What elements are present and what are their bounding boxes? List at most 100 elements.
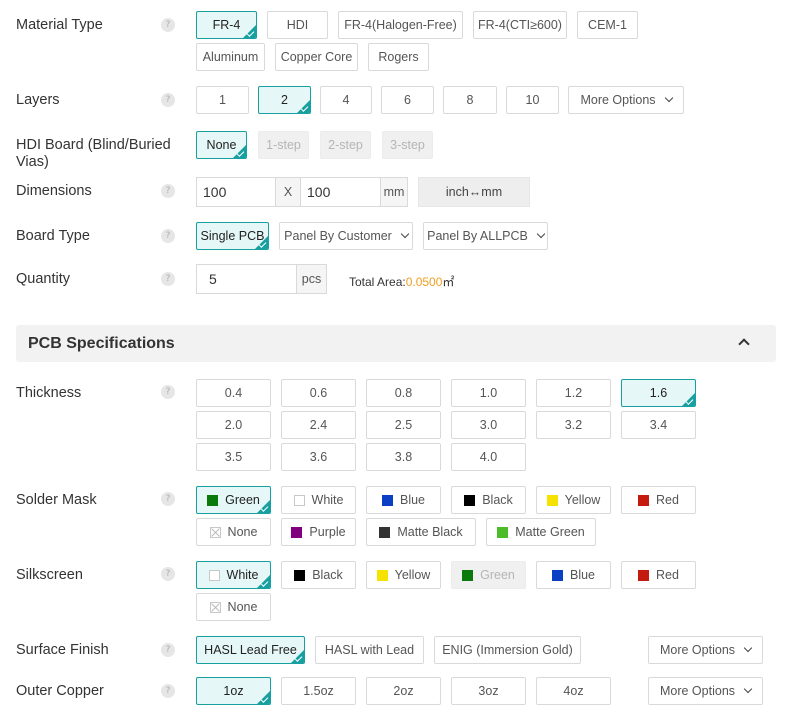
layers-option-10[interactable]: 10 <box>506 86 559 114</box>
thickness-option-2-0[interactable]: 2.0 <box>196 411 271 439</box>
thickness-option-1-0[interactable]: 1.0 <box>451 379 526 407</box>
silkscreen-help-icon[interactable]: ? <box>161 567 175 581</box>
option-label: Blue <box>569 568 596 582</box>
quantity-input[interactable]: 5 <box>196 264 297 294</box>
solder-mask-option-matte-black[interactable]: Matte Black <box>366 518 476 546</box>
board-type-help-icon[interactable]: ? <box>161 229 175 243</box>
silkscreen-option-red[interactable]: Red <box>621 561 696 589</box>
solder-mask-label: Solder Mask <box>16 492 97 508</box>
dimension-width-input[interactable]: 100 <box>196 177 276 207</box>
silkscreen-option-white[interactable]: White <box>196 561 271 589</box>
matte-black-swatch-icon <box>379 526 391 538</box>
pcb-specifications-header[interactable]: PCB Specifications <box>16 325 776 362</box>
silkscreen-option-yellow[interactable]: Yellow <box>366 561 441 589</box>
thickness-option-1-2[interactable]: 1.2 <box>536 379 611 407</box>
solder-mask-option-green[interactable]: Green <box>196 486 271 514</box>
thickness-option-1-6[interactable]: 1.6 <box>621 379 696 407</box>
thickness-option-2-4[interactable]: 2.4 <box>281 411 356 439</box>
silkscreen-option-black[interactable]: Black <box>281 561 356 589</box>
thickness-option-3-0[interactable]: 3.0 <box>451 411 526 439</box>
surface-finish-help-icon[interactable]: ? <box>161 643 175 657</box>
outer-copper-help-icon[interactable]: ? <box>161 684 175 698</box>
layers-label: Layers <box>16 92 60 108</box>
thickness-help-icon[interactable]: ? <box>161 385 175 399</box>
layers-more-options-dropdown[interactable]: More Options <box>568 86 684 114</box>
surface-finish-hasl-with-lead[interactable]: HASL with Lead <box>315 636 424 664</box>
thickness-option-4-0[interactable]: 4.0 <box>451 443 526 471</box>
dimension-height-input[interactable]: 100 <box>300 177 381 207</box>
option-label: None <box>227 600 258 614</box>
chevron-up-icon[interactable] <box>738 338 750 350</box>
material-option-aluminum[interactable]: Aluminum <box>196 43 265 71</box>
white-swatch-icon <box>293 494 305 506</box>
blue-swatch-icon <box>551 569 563 581</box>
option-label: White <box>311 493 344 507</box>
solder-mask-option-white[interactable]: White <box>281 486 356 514</box>
solder-mask-option-blue[interactable]: Blue <box>366 486 441 514</box>
dimension-separator: X <box>275 177 301 207</box>
option-label: Red <box>656 493 679 507</box>
solder-mask-option-black[interactable]: Black <box>451 486 526 514</box>
outer-copper-2oz[interactable]: 2oz <box>366 677 441 705</box>
material-option-cem1[interactable]: CEM-1 <box>577 11 638 39</box>
layers-option-1[interactable]: 1 <box>196 86 249 114</box>
outer-copper-1oz[interactable]: 1oz <box>196 677 271 705</box>
thickness-option-0-8[interactable]: 0.8 <box>366 379 441 407</box>
thickness-option-0-6[interactable]: 0.6 <box>281 379 356 407</box>
solder-mask-option-none[interactable]: None <box>196 518 271 546</box>
dimension-unit: mm <box>380 177 408 207</box>
outer-copper-3oz[interactable]: 3oz <box>451 677 526 705</box>
option-label: Yellow <box>564 493 601 507</box>
board-type-panel-by-customer[interactable]: Panel By Customer <box>279 222 413 250</box>
hdi-option-1-step: 1-step <box>258 131 309 159</box>
solder-mask-option-yellow[interactable]: Yellow <box>536 486 611 514</box>
thickness-label: Thickness <box>16 385 82 401</box>
silkscreen-option-none[interactable]: None <box>196 593 271 621</box>
silkscreen-option-blue[interactable]: Blue <box>536 561 611 589</box>
surface-finish-enig[interactable]: ENIG (Immersion Gold) <box>434 636 581 664</box>
surface-finish-more-options-dropdown[interactable]: More Options <box>648 636 763 664</box>
material-option-copper-core[interactable]: Copper Core <box>275 43 358 71</box>
thickness-option-3-5[interactable]: 3.5 <box>196 443 271 471</box>
outer-copper-1-5oz[interactable]: 1.5oz <box>281 677 356 705</box>
thickness-option-3-6[interactable]: 3.6 <box>281 443 356 471</box>
surface-finish-label: Surface Finish <box>16 642 109 658</box>
layers-option-6[interactable]: 6 <box>381 86 434 114</box>
option-label: Yellow <box>394 568 431 582</box>
yellow-swatch-icon <box>376 569 388 581</box>
inch-mm-toggle-button[interactable]: inch↔mm <box>418 177 530 207</box>
chevron-down-icon <box>400 229 410 239</box>
material-help-icon[interactable]: ? <box>161 18 175 32</box>
green-swatch-icon <box>207 494 219 506</box>
outer-copper-4oz[interactable]: 4oz <box>536 677 611 705</box>
outer-copper-more-options-dropdown[interactable]: More Options <box>648 677 763 705</box>
solder-mask-option-matte-green[interactable]: Matte Green <box>486 518 596 546</box>
layers-option-8[interactable]: 8 <box>443 86 497 114</box>
material-option-rogers[interactable]: Rogers <box>368 43 429 71</box>
thickness-option-0-4[interactable]: 0.4 <box>196 379 271 407</box>
board-type-panel-by-allpcb[interactable]: Panel By ALLPCB <box>423 222 548 250</box>
layers-help-icon[interactable]: ? <box>161 93 175 107</box>
layers-option-2[interactable]: 2 <box>258 86 311 114</box>
surface-finish-more-label: More Options <box>659 643 736 657</box>
black-swatch-icon <box>464 494 476 506</box>
layers-option-4[interactable]: 4 <box>320 86 372 114</box>
solder-mask-help-icon[interactable]: ? <box>161 492 175 506</box>
dimensions-help-icon[interactable]: ? <box>161 184 175 198</box>
board-type-single-pcb[interactable]: Single PCB <box>196 222 269 250</box>
surface-finish-hasl-lead-free[interactable]: HASL Lead Free <box>196 636 305 664</box>
hdi-option-none[interactable]: None <box>196 131 247 159</box>
thickness-option-2-5[interactable]: 2.5 <box>366 411 441 439</box>
chevron-down-icon <box>664 93 673 103</box>
quantity-help-icon[interactable]: ? <box>161 272 175 286</box>
material-option-fr4[interactable]: FR-4 <box>196 11 257 39</box>
solder-mask-option-purple[interactable]: Purple <box>281 518 356 546</box>
thickness-option-3-2[interactable]: 3.2 <box>536 411 611 439</box>
silkscreen-label: Silkscreen <box>16 567 83 583</box>
thickness-option-3-4[interactable]: 3.4 <box>621 411 696 439</box>
solder-mask-option-red[interactable]: Red <box>621 486 696 514</box>
thickness-option-3-8[interactable]: 3.8 <box>366 443 441 471</box>
material-option-fr4-cti[interactable]: FR-4(CTI≥600) <box>473 11 567 39</box>
material-option-hdi[interactable]: HDI <box>267 11 328 39</box>
material-option-fr4-halogen-free[interactable]: FR-4(Halogen-Free) <box>338 11 463 39</box>
